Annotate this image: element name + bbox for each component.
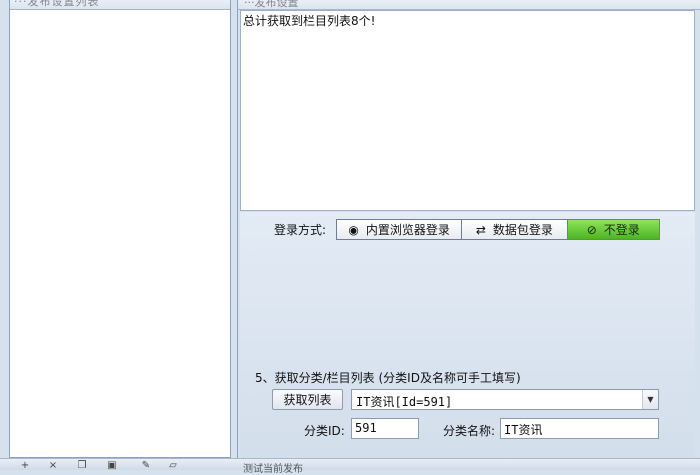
login-option-label: 内置浏览器登录 [365,223,450,237]
category-select-value: IT资讯[Id=591] [356,395,453,409]
chevron-down-icon[interactable]: ▼ [642,390,658,409]
shuffle-icon: ⇄ [475,222,486,237]
bottom-toolbar: + × ❐ ▣ ✎ ▱ 测试当前发布 [0,458,700,475]
login-builtin-browser-button[interactable]: ◉ 内置浏览器登录 [337,220,463,239]
login-method-label: 登录方式: [274,223,327,237]
category-select[interactable]: IT资讯[Id=591] ▼ [351,389,659,410]
log-output[interactable]: 总计获取到栏目列表8个! [240,10,695,211]
login-option-label: 不登录 [603,223,640,237]
category-id-field[interactable]: 591 [351,418,419,439]
right-panel: ···发布设置 总计获取到栏目列表8个! 登录方式: ◉ 内置浏览器登录 ⇄ 数… [237,0,700,458]
globe-icon: ◉ [348,222,359,237]
right-panel-title: ···发布设置 [244,0,299,9]
login-packet-button[interactable]: ⇄ 数据包登录 [462,220,568,239]
category-section-title: 5、获取分类/栏目列表 (分类ID及名称可手工填写) [255,371,521,385]
no-entry-icon: ⊘ [586,222,597,237]
test-publish-tab[interactable]: 测试当前发布 [243,460,303,475]
left-panel-header: ···发布设置列表 [10,0,230,10]
log-text: 总计获取到栏目列表8个! [243,14,376,28]
login-option-label: 数据包登录 [492,223,553,237]
left-panel-title: ···发布设置列表 [14,0,100,8]
right-panel-header: ···发布设置 [238,0,700,10]
category-name-field[interactable]: IT资讯 [500,418,659,439]
login-method-selector: ◉ 内置浏览器登录 ⇄ 数据包登录 ⊘ 不登录 [336,219,660,240]
fetch-list-button[interactable]: 获取列表 [272,389,343,410]
left-panel: ···发布设置列表 [9,0,231,458]
category-name-label: 分类名称: [443,424,496,438]
settings-panel: 登录方式: ◉ 内置浏览器登录 ⇄ 数据包登录 ⊘ 不登录 5、获取分类/栏目列… [240,212,695,458]
category-id-label: 分类ID: [304,424,345,438]
login-none-button[interactable]: ⊘ 不登录 [567,220,659,239]
